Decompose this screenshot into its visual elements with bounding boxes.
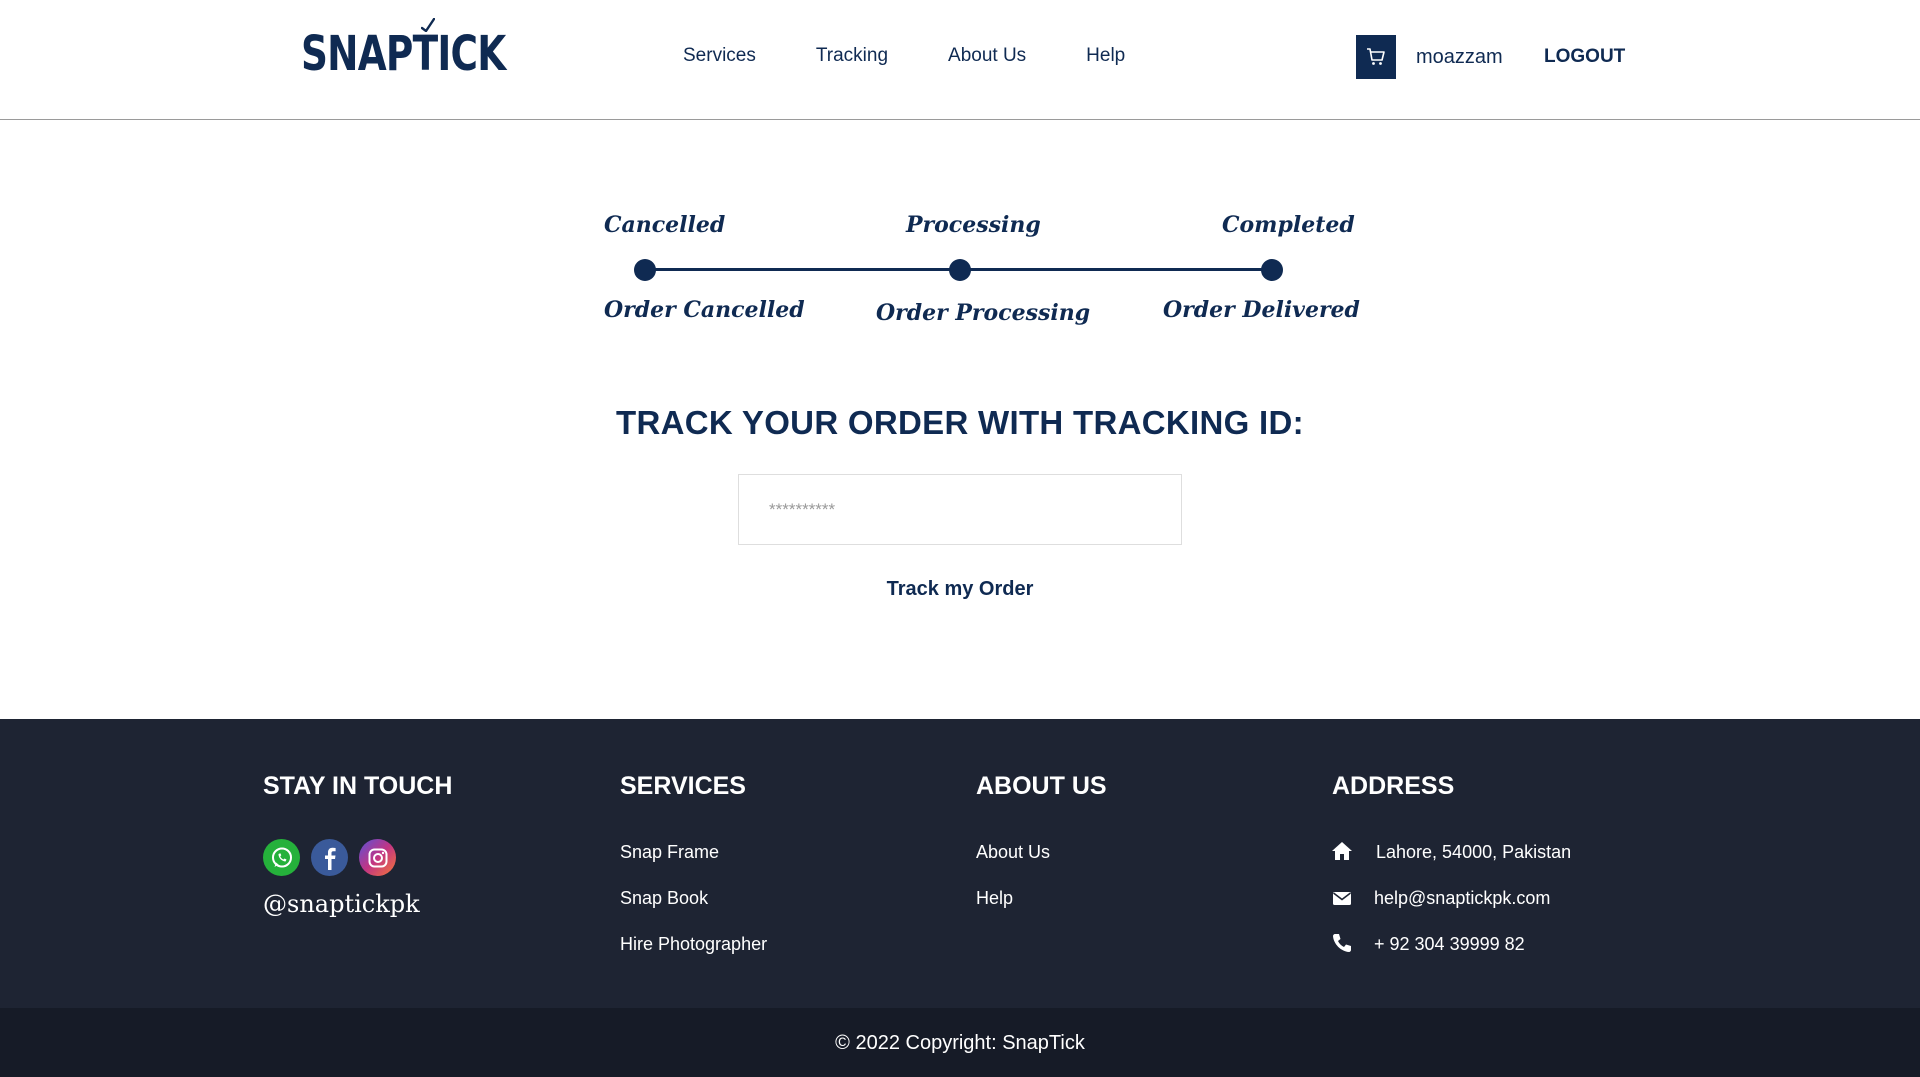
footer-link-help[interactable]: Help [976, 887, 1013, 909]
envelope-icon [1333, 892, 1351, 905]
address-location: Lahore, 54000, Pakistan [1376, 842, 1572, 862]
nav-services[interactable]: Services [683, 42, 756, 70]
main-nav: Services Tracking About Us Help [683, 42, 1185, 70]
footer-col-address: ADDRESS [1332, 771, 1454, 801]
username: moazzam [1416, 46, 1503, 68]
footer-col-stay-in-touch: STAY IN TOUCH [263, 771, 452, 801]
footer-link-snap-frame[interactable]: Snap Frame [620, 841, 719, 863]
status-desc-delivered: Order Delivered [1163, 297, 1360, 323]
facebook-icon[interactable] [311, 839, 348, 876]
site-header: SNAPTICK Services Tracking About Us Help… [0, 0, 1920, 120]
phone-icon [1333, 934, 1351, 952]
logo-tick-icon [421, 18, 435, 32]
footer-link-about-us[interactable]: About Us [976, 841, 1050, 863]
footer-col-about: ABOUT US [976, 771, 1107, 801]
footer-heading-services: SERVICES [620, 772, 746, 800]
home-icon [1332, 842, 1352, 860]
track-order-button[interactable]: Track my Order [0, 578, 1920, 601]
nav-about-us[interactable]: About Us [948, 42, 1026, 70]
status-label-processing: Processing [906, 212, 1041, 238]
social-links [263, 839, 396, 876]
status-label-completed: Completed [1222, 212, 1355, 238]
copyright-text: © 2022 Copyright: SnapTick [835, 1032, 1085, 1054]
logo[interactable]: SNAPTICK [301, 24, 506, 84]
tracking-title: TRACK YOUR ORDER WITH TRACKING ID: [616, 404, 1304, 441]
status-label-cancelled: Cancelled [604, 212, 726, 238]
footer-heading-address: ADDRESS [1332, 772, 1455, 800]
social-handle: @snaptickpk [263, 890, 420, 918]
logout-button[interactable]: LOGOUT [1544, 44, 1625, 70]
cart-button[interactable] [1356, 35, 1396, 79]
footer-heading-stay-in-touch: STAY IN TOUCH [263, 772, 453, 800]
cart-icon [1367, 48, 1385, 65]
footer-heading-about: ABOUT US [976, 772, 1107, 800]
footer-col-services: SERVICES [620, 771, 746, 801]
address-email[interactable]: help@snaptickpk.com [1374, 887, 1550, 909]
progress-dot-cancelled [634, 259, 656, 281]
tracking-id-input[interactable] [738, 474, 1182, 545]
status-desc-cancelled: Order Cancelled [604, 297, 805, 323]
progress-dot-processing [949, 259, 971, 281]
progress-dot-completed [1261, 259, 1283, 281]
footer-link-hire-photographer[interactable]: Hire Photographer [620, 933, 767, 955]
nav-tracking[interactable]: Tracking [816, 42, 888, 70]
address-phone: + 92 304 39999 82 [1374, 934, 1525, 954]
status-desc-processing: Order Processing [876, 300, 1091, 326]
instagram-icon[interactable] [359, 839, 396, 876]
whatsapp-icon[interactable] [263, 839, 300, 876]
nav-help[interactable]: Help [1086, 42, 1125, 70]
footer-link-snap-book[interactable]: Snap Book [620, 887, 708, 909]
